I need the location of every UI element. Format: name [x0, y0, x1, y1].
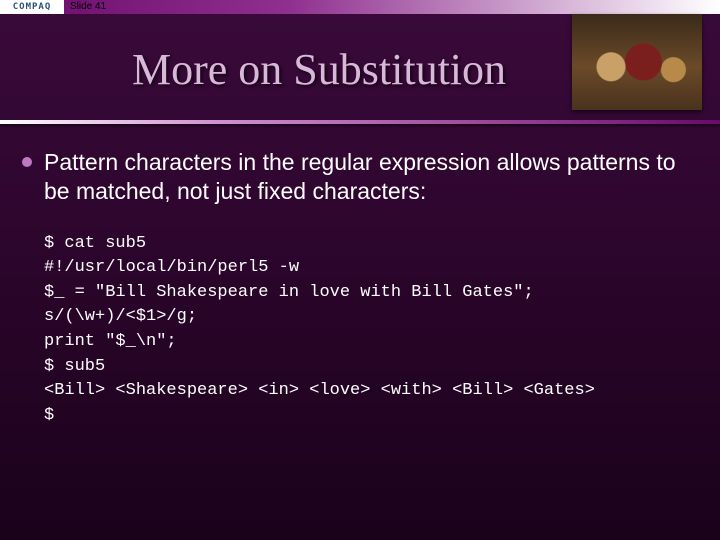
bullet-dot-icon: [22, 157, 32, 167]
code-block: $ cat sub5 #!/usr/local/bin/perl5 -w $_ …: [44, 232, 698, 429]
bullet-item: Pattern characters in the regular expres…: [22, 148, 698, 206]
slide-number: Slide 41: [70, 0, 106, 14]
slide-body: Pattern characters in the regular expres…: [22, 148, 698, 429]
slide-title: More on Substitution: [132, 44, 506, 95]
top-gradient-bar: [0, 0, 720, 14]
bullet-text: Pattern characters in the regular expres…: [44, 148, 698, 206]
decorative-painting: [572, 14, 702, 110]
title-underline: [0, 120, 720, 124]
brand-logo: COMPAQ: [0, 0, 64, 14]
